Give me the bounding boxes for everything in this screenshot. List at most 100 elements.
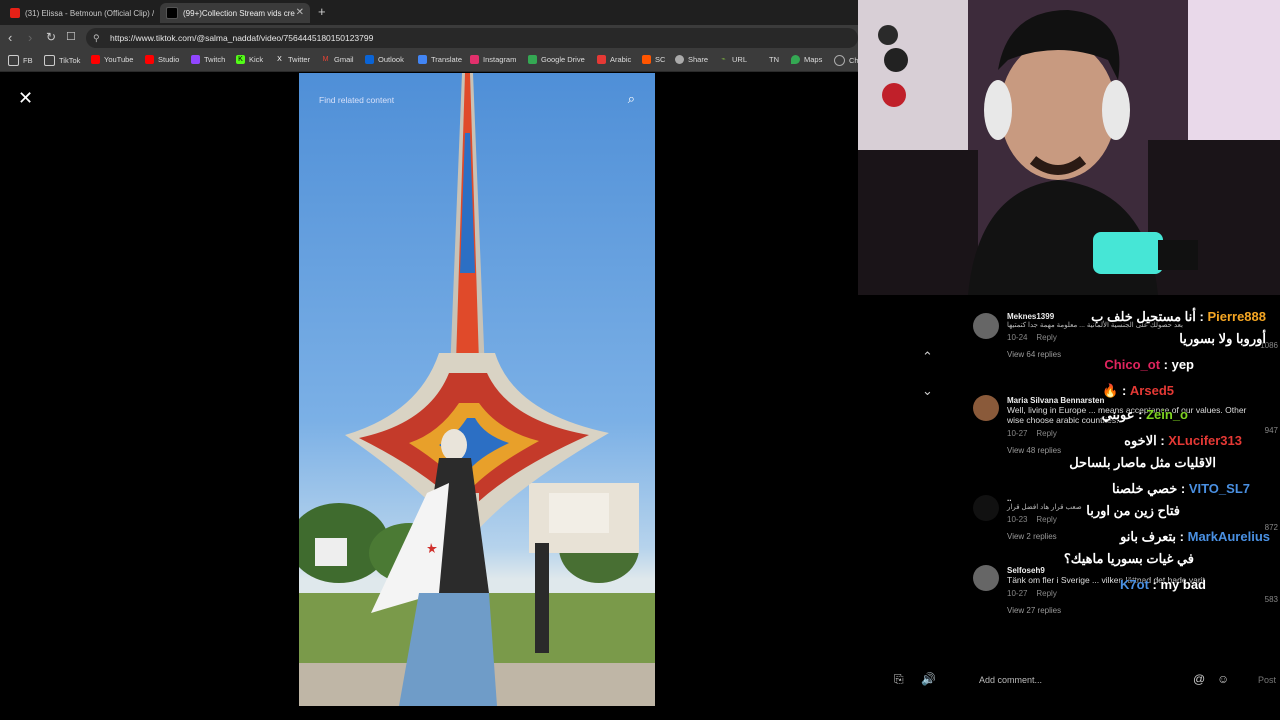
twitch-icon bbox=[191, 55, 200, 64]
view-replies-button[interactable]: View 27 replies bbox=[1007, 606, 1247, 615]
url-text: https://www.tiktok.com/@salma_naddaf/vid… bbox=[110, 33, 374, 43]
tiktok-icon bbox=[166, 7, 178, 19]
chat-username: K7ot bbox=[1120, 577, 1149, 592]
browser-toolbar: ‹ › ↻ ☐ ⚲ https://www.tiktok.com/@salma_… bbox=[0, 25, 858, 51]
chat-text: yep bbox=[1171, 357, 1194, 372]
bookmark-label: URL bbox=[732, 55, 748, 64]
chat-username: MarkAurelius bbox=[1187, 529, 1270, 544]
drive-icon bbox=[528, 55, 537, 64]
youtube-icon bbox=[10, 8, 20, 18]
reply-button[interactable]: Reply bbox=[1036, 515, 1056, 524]
bookmark-maps[interactable]: Maps bbox=[791, 55, 822, 64]
bookmark-kick[interactable]: K Kick bbox=[236, 55, 263, 64]
chat-message: VITO_SL7 : خصي خلصنا bbox=[1111, 481, 1250, 496]
tab-title: (31) Elissa - Betmoun (Official Clip) / bbox=[25, 8, 154, 18]
reply-button[interactable]: Reply bbox=[1036, 589, 1056, 598]
bookmark-youtube[interactable]: YouTube bbox=[91, 55, 133, 64]
volume-icon[interactable]: 🔊 bbox=[921, 672, 936, 686]
bookmark-gmail[interactable]: M Gmail bbox=[321, 55, 354, 64]
bookmark-translate[interactable]: Translate bbox=[418, 55, 462, 64]
bookmark-label: FB bbox=[23, 56, 33, 65]
like-count: 583 bbox=[1264, 595, 1278, 604]
comment-date: 10-27 bbox=[1007, 429, 1028, 438]
share-icon bbox=[675, 55, 684, 64]
bookmark-label: Translate bbox=[431, 55, 462, 64]
bookmark-arabic[interactable]: Arabic bbox=[597, 55, 631, 64]
avatar[interactable] bbox=[973, 313, 999, 339]
chat-username: VITO_SL7 bbox=[1188, 481, 1250, 496]
reload-icon[interactable]: ↻ bbox=[46, 30, 56, 44]
close-video-icon[interactable]: ✕ bbox=[18, 88, 33, 109]
bookmark-url[interactable]: ⌁ URL bbox=[719, 55, 747, 64]
gmail-icon: M bbox=[322, 56, 329, 63]
bookmark-tn[interactable]: TN bbox=[769, 55, 779, 64]
bookmark-label: TN bbox=[769, 55, 779, 64]
url-icon: ⌁ bbox=[721, 56, 726, 63]
chat-text: الاخوه bbox=[1124, 433, 1157, 448]
address-bar[interactable]: ⚲ https://www.tiktok.com/@salma_naddaf/v… bbox=[86, 28, 858, 48]
bookmark-label: Maps bbox=[804, 55, 823, 64]
comment-username[interactable]: Selfoseh9 bbox=[1007, 566, 1247, 575]
bookmark-label: Outlook bbox=[378, 55, 404, 64]
chat-message: Pierre888 : أنا مستحيل خلف ب bbox=[1091, 309, 1266, 324]
search-icon[interactable]: ⌕ bbox=[628, 91, 635, 107]
related-search-bar[interactable]: Find related content ⌕ bbox=[299, 85, 655, 115]
comment-date: 10-23 bbox=[1007, 515, 1028, 524]
tab-elissa[interactable]: (31) Elissa - Betmoun (Official Clip) / bbox=[4, 3, 154, 23]
chat-text: فتاح زين من اوربا bbox=[1086, 503, 1180, 518]
bookmark-outlook[interactable]: Outlook bbox=[365, 55, 404, 64]
sc-icon bbox=[642, 55, 651, 64]
tab-strip: (31) Elissa - Betmoun (Official Clip) / … bbox=[0, 0, 858, 25]
bookmark-sc[interactable]: SC bbox=[642, 55, 665, 64]
chevron-up-icon[interactable]: ⌃ bbox=[922, 349, 933, 365]
close-tab-icon[interactable]: ✕ bbox=[296, 7, 304, 18]
chat-message: Chico_ot : yep bbox=[1104, 357, 1194, 372]
bookmark-share[interactable]: Share bbox=[675, 55, 708, 64]
tab-tiktok[interactable]: (99+)Collection Stream vids cre ✕ bbox=[160, 3, 310, 23]
chevron-down-icon[interactable]: ⌄ bbox=[922, 383, 933, 399]
forward-icon[interactable]: › bbox=[28, 30, 32, 45]
bookmark-instagram[interactable]: Instagram bbox=[470, 55, 516, 64]
bookmark-label: Twitter bbox=[288, 55, 311, 64]
bookmark-label: Kick bbox=[249, 55, 264, 64]
chat-text: خصي خلصنا bbox=[1111, 481, 1178, 496]
new-tab-icon[interactable]: + bbox=[318, 4, 326, 19]
reply-button[interactable]: Reply bbox=[1036, 429, 1056, 438]
post-button[interactable]: Post bbox=[1258, 675, 1276, 685]
caption-icon[interactable]: ⎘ bbox=[894, 672, 904, 687]
emoji-icon[interactable]: ☺ bbox=[1217, 672, 1229, 686]
comment-date: 10-27 bbox=[1007, 589, 1028, 598]
back-icon[interactable]: ‹ bbox=[8, 30, 12, 45]
webcam-overlay bbox=[858, 0, 1280, 295]
mention-icon[interactable]: @ bbox=[1193, 672, 1205, 686]
tiktok-comments-panel: Meknes1399 بعد حصولك على الجنسية الألمان… bbox=[858, 295, 1280, 720]
chat-message: في غيات بسوريا ماهيك؟ bbox=[1064, 551, 1194, 567]
bookmark-tiktok[interactable]: TikTok bbox=[44, 55, 80, 66]
avatar[interactable] bbox=[973, 395, 999, 421]
bookmark-ch[interactable]: Ch bbox=[834, 55, 858, 66]
chat-message: Arsed5 : 🔥 bbox=[1102, 383, 1174, 398]
bookmark-fb[interactable]: FB bbox=[8, 55, 33, 66]
bookmark-icon[interactable]: ☐ bbox=[66, 30, 76, 43]
tab-title: (99+)Collection Stream vids cre bbox=[183, 8, 295, 18]
add-comment-input[interactable]: Add comment... bbox=[979, 675, 1042, 685]
reply-button[interactable]: Reply bbox=[1036, 333, 1056, 342]
bookmark-twitch[interactable]: Twitch bbox=[191, 55, 225, 64]
translate-icon bbox=[418, 55, 427, 64]
maps-icon bbox=[791, 55, 800, 64]
avatar[interactable] bbox=[973, 495, 999, 521]
chat-text: عوبني bbox=[1101, 407, 1135, 422]
video-player[interactable]: Find related content ⌕ bbox=[299, 73, 655, 706]
comment-input-bar: ⎘ 🔊 Add comment... @ ☺ Post bbox=[858, 660, 1280, 700]
bookmark-drive[interactable]: Google Drive bbox=[528, 55, 585, 64]
bookmark-studio[interactable]: Studio bbox=[145, 55, 179, 64]
browser-window: (31) Elissa - Betmoun (Official Clip) / … bbox=[0, 0, 858, 720]
site-info-icon[interactable]: ⚲ bbox=[93, 28, 100, 48]
chat-text: في غيات بسوريا ماهيك؟ bbox=[1063, 551, 1194, 566]
chat-text: my bad bbox=[1160, 577, 1206, 592]
avatar[interactable] bbox=[973, 565, 999, 591]
chat-username: Chico_ot bbox=[1104, 357, 1161, 372]
bookmark-twitter[interactable]: X Twitter bbox=[275, 55, 310, 64]
chat-message: الاقليات مثل ماصار بلساحل bbox=[1069, 455, 1216, 471]
chat-message: Zein_o : عوبني bbox=[1101, 407, 1188, 422]
